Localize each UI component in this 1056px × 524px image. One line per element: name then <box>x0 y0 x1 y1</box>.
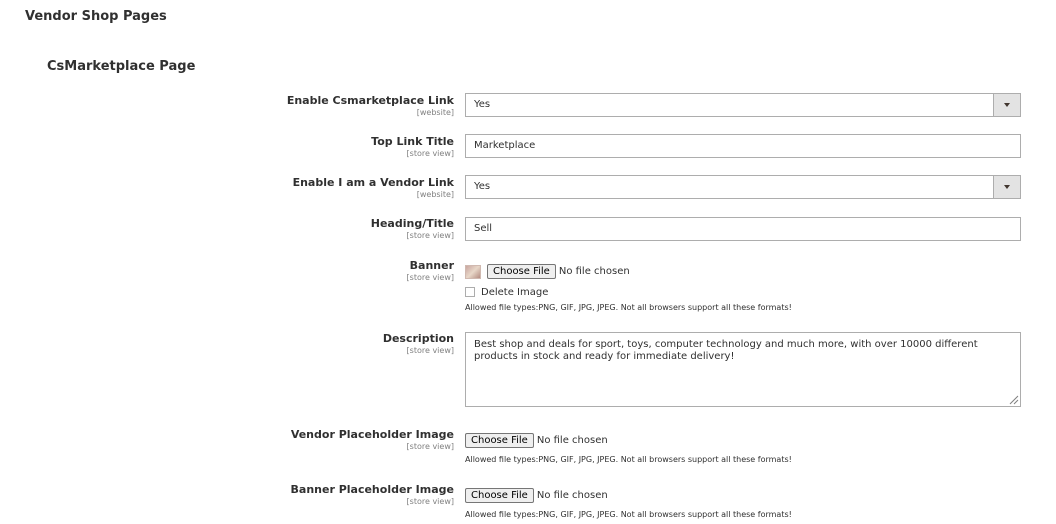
delete-image-checkbox[interactable] <box>465 287 475 297</box>
resize-handle-icon[interactable] <box>1009 395 1019 405</box>
file-types-note: Allowed file types:PNG, GIF, JPG, JPEG. … <box>465 303 792 312</box>
field-label-banner-placeholder: Banner Placeholder Image [store view] <box>291 483 454 507</box>
field-label-banner: Banner [store view] <box>407 259 454 283</box>
banner-placeholder-choose-file-button[interactable]: Choose File <box>465 488 534 503</box>
field-row-enable-vendor-link: Enable I am a Vendor Link [website] Yes <box>0 175 1056 199</box>
file-status-text: No file chosen <box>536 435 608 446</box>
field-row-enable-link: Enable Csmarketplace Link [website] Yes <box>0 93 1056 117</box>
label-text: Description <box>382 332 454 345</box>
label-text: Heading/Title <box>370 217 454 230</box>
field-label-description: Description [store view] <box>383 332 454 356</box>
field-label-vendor-placeholder: Vendor Placeholder Image [store view] <box>291 428 454 452</box>
field-label-top-link-title: Top Link Title [store view] <box>371 135 454 159</box>
file-types-note: Allowed file types:PNG, GIF, JPG, JPEG. … <box>465 510 792 519</box>
banner-choose-file-button[interactable]: Choose File <box>487 264 556 279</box>
file-status-text: No file chosen <box>536 490 608 501</box>
label-text: Vendor Placeholder Image <box>290 428 454 441</box>
banner-upload: Choose File No file chosen Delete Image A… <box>465 261 1021 312</box>
chevron-down-icon[interactable] <box>993 94 1020 116</box>
file-status-text: No file chosen <box>558 266 630 277</box>
scope-text: [store view] <box>406 497 454 506</box>
banner-placeholder-upload: Choose File No file chosen Allowed file t… <box>465 485 1021 519</box>
scope-text: [store view] <box>406 231 454 240</box>
section-title[interactable]: Vendor Shop Pages <box>25 9 167 24</box>
enable-link-select[interactable]: Yes <box>465 93 1021 117</box>
delete-image-label[interactable]: Delete Image <box>481 287 548 298</box>
enable-vendor-link-select[interactable]: Yes <box>465 175 1021 199</box>
scope-text: [website] <box>416 190 454 199</box>
description-textarea[interactable]: Best shop and deals for sport, toys, com… <box>465 332 1021 407</box>
scope-text: [store view] <box>406 149 454 158</box>
chevron-down-icon[interactable] <box>993 176 1020 198</box>
banner-thumbnail-image[interactable] <box>465 264 481 279</box>
field-label-enable-link: Enable Csmarketplace Link [website] <box>287 94 454 118</box>
scope-text: [website] <box>416 108 454 117</box>
group-title: CsMarketplace Page <box>47 59 196 74</box>
file-types-note: Allowed file types:PNG, GIF, JPG, JPEG. … <box>465 455 792 464</box>
label-text: Enable Csmarketplace Link <box>286 94 454 107</box>
vendor-placeholder-upload: Choose File No file chosen Allowed file t… <box>465 430 1021 464</box>
select-value: Yes <box>474 99 491 110</box>
delete-image-row: Delete Image <box>465 287 1021 298</box>
field-row-description: Description [store view] Best shop and d… <box>0 332 1056 407</box>
label-text: Banner Placeholder Image <box>290 483 454 496</box>
heading-input[interactable]: Sell <box>465 217 1021 241</box>
vendor-placeholder-choose-file-button[interactable]: Choose File <box>465 433 534 448</box>
label-text: Top Link Title <box>371 135 454 148</box>
scope-text: [store view] <box>406 273 454 282</box>
description-text: Best shop and deals for sport, toys, com… <box>474 339 978 362</box>
scope-text: [store view] <box>406 346 454 355</box>
scope-text: [store view] <box>406 442 454 451</box>
top-link-title-input[interactable]: Marketplace <box>465 134 1021 158</box>
label-text: Banner <box>409 259 454 272</box>
select-value: Yes <box>474 181 491 192</box>
field-label-enable-vendor-link: Enable I am a Vendor Link [website] <box>293 176 454 200</box>
field-label-heading: Heading/Title [store view] <box>371 217 454 241</box>
label-text: Enable I am a Vendor Link <box>292 176 454 189</box>
